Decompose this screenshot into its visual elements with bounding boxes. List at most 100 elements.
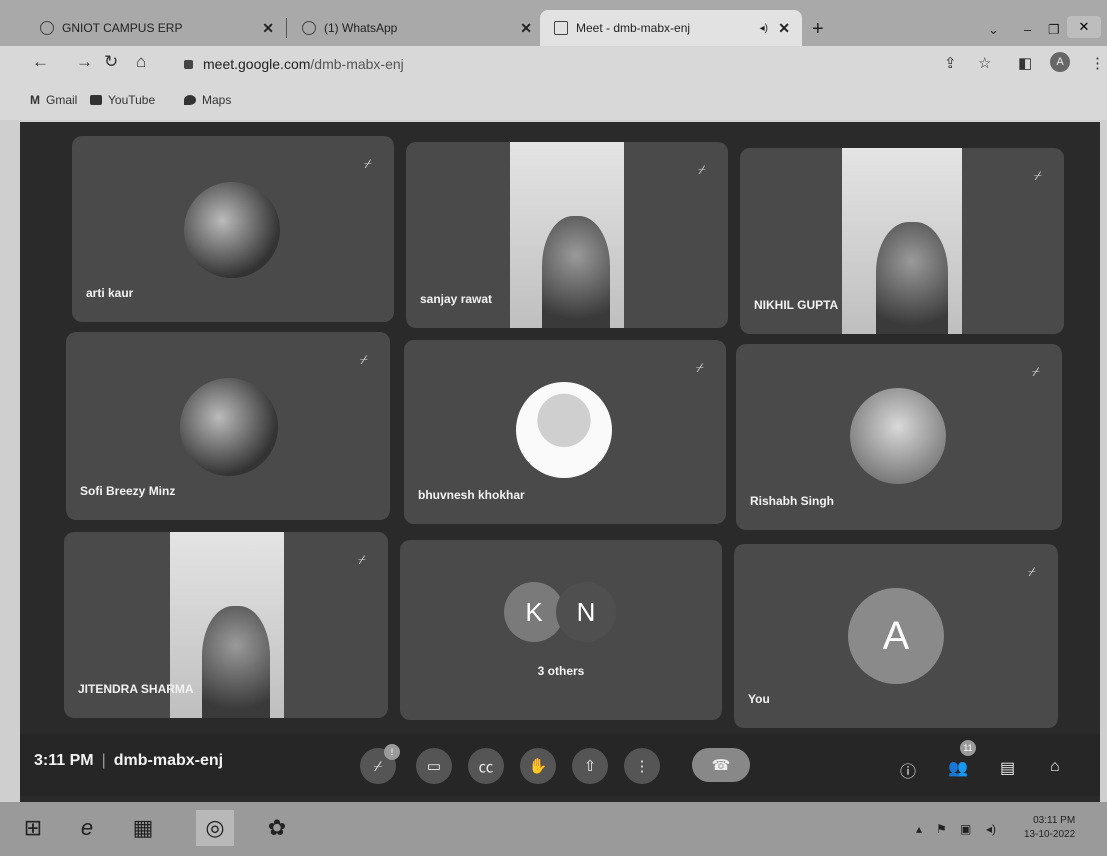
system-clock[interactable]: 03:11 PM 13-10-2022 xyxy=(1024,814,1075,842)
globe-icon xyxy=(40,21,54,35)
participant-name: Sofi Breezy Minz xyxy=(80,484,176,498)
close-tab-icon[interactable]: ✕ xyxy=(520,20,532,37)
captions-icon: ㏄ xyxy=(478,758,494,776)
participant-name: bhuvnesh khokhar xyxy=(418,488,525,502)
windows-taskbar: ⊞ e ▦ ◎ ✿ ▴ ⚑ ▣ ◂) 03:11 PM 13-10-2022 xyxy=(0,802,1107,856)
speaker-icon[interactable]: ◂) xyxy=(760,23,768,34)
chrome-icon: ◎ xyxy=(205,815,225,840)
tab-whatsapp[interactable]: (1) WhatsApp ✕ xyxy=(288,10,544,46)
paint-icon: ✿ xyxy=(267,815,287,840)
divider: | xyxy=(101,752,106,769)
captions-button[interactable]: ㏄ xyxy=(468,748,504,784)
participant-name: You xyxy=(748,692,770,706)
bookmark-star-icon[interactable]: ☆ xyxy=(978,54,991,72)
meeting-time: 3:11 PM xyxy=(34,752,94,769)
participant-name: JITENDRA SHARMA xyxy=(78,682,194,696)
browser-toolbar: ← → ↻ ⌂ meet.google.com/dmb-mabx-enj ⇪ ☆… xyxy=(0,46,1107,82)
chat-icon[interactable]: ▤ xyxy=(1000,758,1015,778)
internet-explorer-button[interactable]: e xyxy=(68,810,106,846)
spreadsheet-icon: ▦ xyxy=(132,815,154,840)
network-icon[interactable]: ▣ xyxy=(960,822,971,836)
bookmark-youtube[interactable]: YouTube xyxy=(90,93,155,107)
participant-tile[interactable]: ⌿ sanjay rawat xyxy=(406,142,728,328)
mic-off-icon: ⌿ xyxy=(364,156,372,171)
bookmark-gmail[interactable]: M Gmail xyxy=(30,93,77,107)
profile-avatar[interactable]: A xyxy=(1050,52,1070,72)
close-tab-icon[interactable]: ✕ xyxy=(778,20,790,37)
participant-tile[interactable]: K N 3 others xyxy=(400,540,722,720)
address-bar[interactable]: meet.google.com/dmb-mabx-enj xyxy=(184,56,404,72)
tab-title: GNIOT CAMPUS ERP xyxy=(62,21,183,35)
people-icon[interactable]: 👥 xyxy=(948,758,968,778)
others-label: 3 others xyxy=(537,664,585,678)
tab-search-icon[interactable]: ⌄ xyxy=(988,22,999,38)
side-panel-icon[interactable]: ◧ xyxy=(1018,54,1032,72)
chrome-button[interactable]: ◎ xyxy=(196,810,234,846)
mic-off-icon: ⌿ xyxy=(1034,168,1042,183)
tab-meet[interactable]: Meet - dmb-mabx-enj ◂) ✕ xyxy=(540,10,802,46)
participant-avatar xyxy=(184,182,280,278)
lock-icon xyxy=(184,60,193,69)
url-host: meet.google.com xyxy=(203,56,311,72)
mic-off-icon: ⌿ xyxy=(373,757,383,775)
tab-title: (1) WhatsApp xyxy=(324,21,398,35)
windows-logo-icon: ⊞ xyxy=(23,815,43,840)
participant-name: Rishabh Singh xyxy=(750,494,834,508)
start-button[interactable]: ⊞ xyxy=(14,810,52,846)
meet-control-bar: 3:11 PM | dmb-mabx-enj ⌿ ! ▭ ㏄ ✋ ⇧ ⋮ ☎ ⓘ 👥… xyxy=(20,734,1100,796)
tab-divider xyxy=(286,18,287,38)
participant-tile[interactable]: ⌿ Rishabh Singh xyxy=(736,344,1062,530)
paint-button[interactable]: ✿ xyxy=(258,810,296,846)
excel-button[interactable]: ▦ xyxy=(124,810,162,846)
tray-expand-icon[interactable]: ▴ xyxy=(916,822,922,836)
minimize-button[interactable]: – xyxy=(1024,22,1031,37)
participant-name: arti kaur xyxy=(86,286,134,300)
participant-tile[interactable]: ⌿ JITENDRA SHARMA xyxy=(64,532,388,718)
back-button[interactable]: ← xyxy=(32,52,49,72)
forward-button[interactable]: → xyxy=(76,52,93,72)
meeting-details-icon[interactable]: ⓘ xyxy=(900,758,916,782)
people-count-badge: 11 xyxy=(960,740,976,756)
present-button[interactable]: ⇧ xyxy=(572,748,608,784)
participant-name: sanjay rawat xyxy=(420,292,493,306)
bookmark-label: YouTube xyxy=(108,93,156,107)
participant-tile[interactable]: ⌿ bhuvnesh khokhar xyxy=(404,340,726,524)
participant-tile[interactable]: ⌿ Sofi Breezy Minz xyxy=(66,332,390,520)
close-tab-icon[interactable]: ✕ xyxy=(262,20,274,37)
camera-toggle-button[interactable]: ▭ xyxy=(416,748,452,784)
share-icon[interactable]: ⇪ xyxy=(944,54,957,72)
action-center-flag-icon[interactable]: ⚑ xyxy=(936,822,947,836)
maximize-button[interactable]: ❐ xyxy=(1048,22,1060,38)
bookmark-maps[interactable]: Maps xyxy=(184,93,231,107)
meet-video-grid: ⌿ arti kaur ⌿ sanjay rawat ⌿ NIKHIL GUPT… xyxy=(20,122,1100,802)
ie-icon: e xyxy=(80,815,94,840)
new-tab-button[interactable]: + xyxy=(812,18,824,41)
home-button[interactable]: ⌂ xyxy=(136,52,146,72)
reload-button[interactable]: ↻ xyxy=(104,52,118,72)
bookmarks-bar: M Gmail YouTube Maps xyxy=(0,82,1107,120)
self-tile[interactable]: A ⌿ You xyxy=(734,544,1058,728)
clock-time: 03:11 PM xyxy=(1033,815,1076,826)
bookmark-label: Gmail xyxy=(46,93,78,107)
raise-hand-button[interactable]: ✋ xyxy=(520,748,556,784)
mic-warning-badge: ! xyxy=(384,744,400,760)
participant-tile[interactable]: ⌿ arti kaur xyxy=(72,136,394,322)
present-icon: ⇧ xyxy=(583,758,597,775)
mic-off-icon: ⌿ xyxy=(696,360,704,375)
participant-video xyxy=(510,142,624,328)
meeting-code: dmb-mabx-enj xyxy=(113,752,224,769)
kebab-icon: ⋮ xyxy=(634,758,650,775)
menu-kebab-icon[interactable]: ⋮ xyxy=(1090,54,1105,72)
leave-call-button[interactable]: ☎ xyxy=(692,748,750,782)
mic-off-icon: ⌿ xyxy=(358,552,366,567)
maps-icon xyxy=(184,95,196,105)
self-avatar: A xyxy=(848,588,944,684)
participant-tile[interactable]: ⌿ NIKHIL GUPTA xyxy=(740,148,1064,334)
close-window-button[interactable]: ✕ xyxy=(1067,16,1101,38)
volume-icon[interactable]: ◂) xyxy=(986,822,996,836)
meet-icon xyxy=(554,21,568,35)
mic-off-icon: ⌿ xyxy=(1028,564,1036,579)
tab-gniot-erp[interactable]: GNIOT CAMPUS ERP ✕ xyxy=(26,10,286,46)
more-options-button[interactable]: ⋮ xyxy=(624,748,660,784)
activities-icon[interactable]: ⌂ xyxy=(1050,758,1060,776)
